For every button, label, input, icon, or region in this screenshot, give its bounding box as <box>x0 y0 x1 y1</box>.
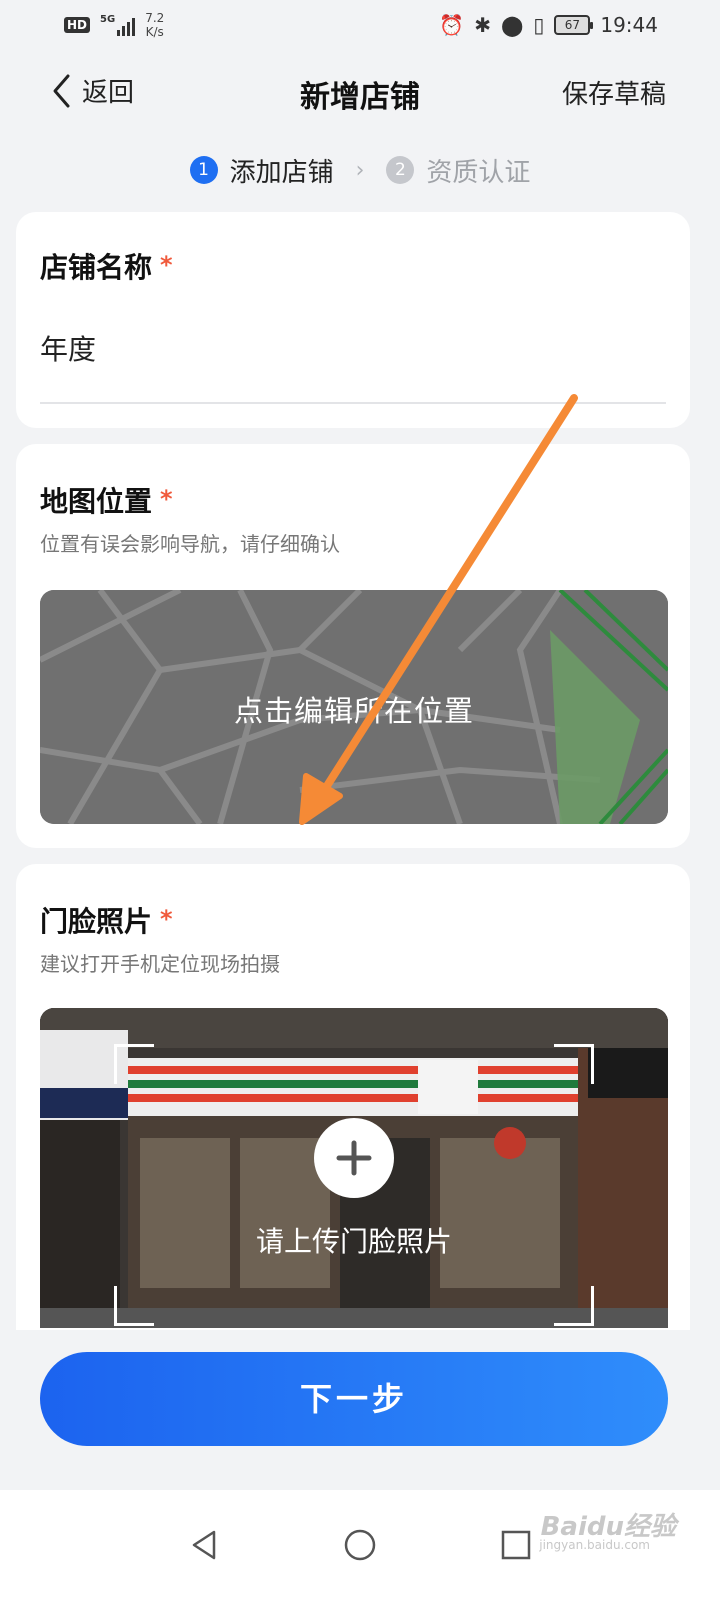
next-step-button[interactable]: 下一步 <box>40 1352 668 1446</box>
store-name-input[interactable]: 年度 <box>40 328 96 368</box>
input-underline <box>40 402 666 404</box>
map-edit-prompt: 点击编辑所在位置 <box>233 694 474 728</box>
chevron-right-icon: › <box>355 157 365 183</box>
alarm-icon: ⏰ <box>439 13 465 37</box>
network-speed: 7.2 K/s <box>145 11 164 39</box>
map-location-card: 地图位置 * 位置有误会影响导航，请仔细确认 点击编辑所在位置 <box>16 444 690 848</box>
location-icon: ⬤ <box>500 13 524 37</box>
save-draft-button[interactable]: 保存草稿 <box>562 74 666 111</box>
store-name-card: 店铺名称 * 年度 <box>16 212 690 428</box>
nav-home-icon[interactable] <box>342 1527 378 1563</box>
status-left: HD 5G 7.2 K/s <box>64 11 164 39</box>
add-photo-button[interactable] <box>314 1118 394 1198</box>
map-location-label-text: 地图位置 <box>40 485 153 518</box>
photo-upload-area[interactable]: 请上传门脸照片 <box>40 1008 668 1328</box>
chevron-left-icon <box>53 74 70 107</box>
upload-prompt: 请上传门脸照片 <box>255 1225 452 1258</box>
signal-icon: 5G <box>100 14 136 36</box>
network-type: 5G <box>100 14 116 25</box>
store-name-label-text: 店铺名称 <box>40 251 153 284</box>
required-mark: * <box>160 905 173 933</box>
storefront-photo-label: 门脸照片 * <box>40 900 173 940</box>
frame-corner <box>114 1286 154 1326</box>
storefront-photo-label-text: 门脸照片 <box>40 905 153 938</box>
storefront-photo-hint: 建议打开手机定位现场拍摄 <box>40 952 280 976</box>
step-number: 1 <box>189 156 218 184</box>
map-preview[interactable]: 点击编辑所在位置 <box>40 590 668 824</box>
step-qualification: 2 资质认证 <box>386 152 530 189</box>
step-label: 资质认证 <box>426 157 531 188</box>
watermark-sub: jingyan.baidu.com <box>539 1538 650 1552</box>
step-indicator: 1 添加店铺 › 2 资质认证 <box>0 148 720 192</box>
frame-corner <box>554 1044 594 1084</box>
vibrate-icon: ▯ <box>533 13 545 37</box>
back-button[interactable]: 返回 <box>50 72 134 109</box>
required-mark: * <box>160 251 173 279</box>
navigation-header: 返回 新增店铺 保存草稿 <box>0 62 720 122</box>
hd-badge: HD <box>64 17 91 33</box>
step-add-store: 1 添加店铺 <box>189 152 334 189</box>
nav-back-icon[interactable] <box>186 1527 222 1563</box>
map-location-hint: 位置有误会影响导航，请仔细确认 <box>40 532 340 556</box>
storefront-photo-card: 门脸照片 * 建议打开手机定位现场拍摄 请上传门脸照片 <box>16 864 690 1364</box>
clock: 19:44 <box>600 13 658 37</box>
status-bar: HD 5G 7.2 K/s ⏰ ✱ ⬤ ▯ 67 19:44 <box>0 0 720 50</box>
battery-icon: 67 <box>554 15 594 35</box>
store-name-label: 店铺名称 * <box>40 246 173 286</box>
speed-value: 7.2 <box>145 11 165 25</box>
map-location-label: 地图位置 * <box>40 480 173 520</box>
battery-level: 67 <box>564 18 580 32</box>
back-label: 返回 <box>82 78 135 108</box>
frame-corner <box>554 1286 594 1326</box>
speed-unit: K/s <box>145 25 164 39</box>
frame-corner <box>114 1044 154 1084</box>
step-label: 添加店铺 <box>229 157 334 188</box>
watermark: Baidu经验 jingyan.baidu.com <box>520 1494 680 1564</box>
step-number: 2 <box>386 156 415 184</box>
plus-icon <box>336 1140 372 1176</box>
status-right: ⏰ ✱ ⬤ ▯ 67 19:44 <box>439 13 658 37</box>
required-mark: * <box>160 485 173 513</box>
bluetooth-icon: ✱ <box>474 13 491 37</box>
